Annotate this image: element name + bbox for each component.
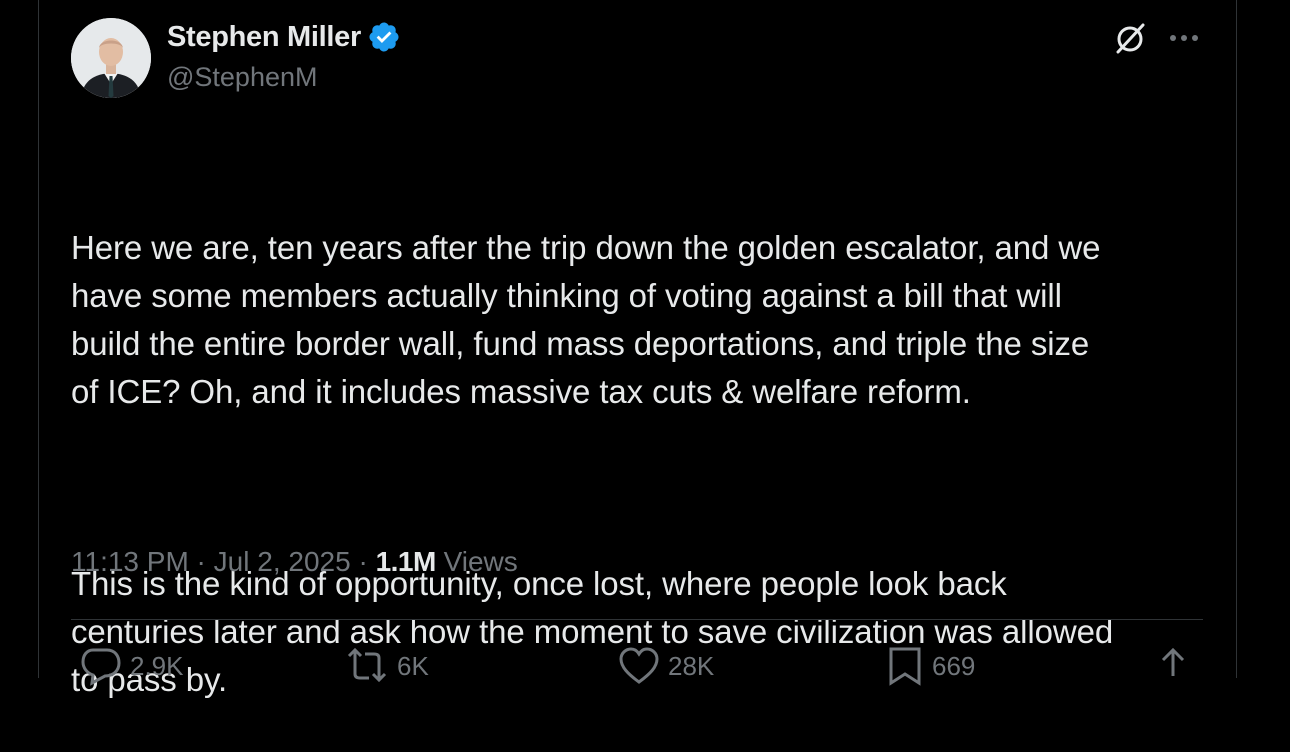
like-button[interactable]: 28K: [618, 646, 714, 686]
reply-count: 2.9K: [130, 650, 184, 681]
views-label: Views: [435, 546, 518, 577]
reply-icon: [81, 648, 121, 686]
like-count: 28K: [668, 650, 715, 681]
bookmark-button[interactable]: 669: [886, 646, 975, 686]
bookmark-count: 669: [932, 650, 976, 681]
share-icon: [1161, 647, 1185, 676]
more-icon: [1170, 35, 1198, 41]
meta-separator: ·: [350, 546, 376, 577]
author-name[interactable]: Stephen Miller: [167, 21, 361, 54]
repost-count: 6K: [397, 650, 429, 681]
avatar[interactable]: [71, 18, 151, 98]
share-button[interactable]: [1156, 646, 1190, 686]
meta-separator: ·: [188, 546, 214, 577]
bookmark-icon: [889, 647, 921, 686]
grok-icon: [1116, 23, 1145, 54]
author-name-row: Stephen Miller: [167, 20, 401, 54]
views-count: 1.1M: [375, 546, 437, 577]
tweet-paragraph: Here we are, ten years after the trip do…: [71, 229, 1101, 410]
tweet-meta: 11:13 PM · Jul 2, 2025 · 1.1M Views: [71, 546, 518, 578]
tweet-time[interactable]: 11:13 PM: [71, 546, 189, 578]
reply-button[interactable]: 2.9K: [80, 646, 184, 686]
repost-button[interactable]: 6K: [345, 646, 429, 686]
divider: [71, 619, 1203, 620]
repost-icon: [347, 647, 387, 683]
like-icon: [619, 647, 659, 684]
author-handle[interactable]: @StephenM: [167, 62, 318, 93]
tweet-date[interactable]: Jul 2, 2025: [214, 546, 351, 578]
more-options-button[interactable]: [1164, 20, 1204, 56]
grok-button[interactable]: [1110, 18, 1150, 58]
verified-badge-icon: [369, 22, 399, 52]
